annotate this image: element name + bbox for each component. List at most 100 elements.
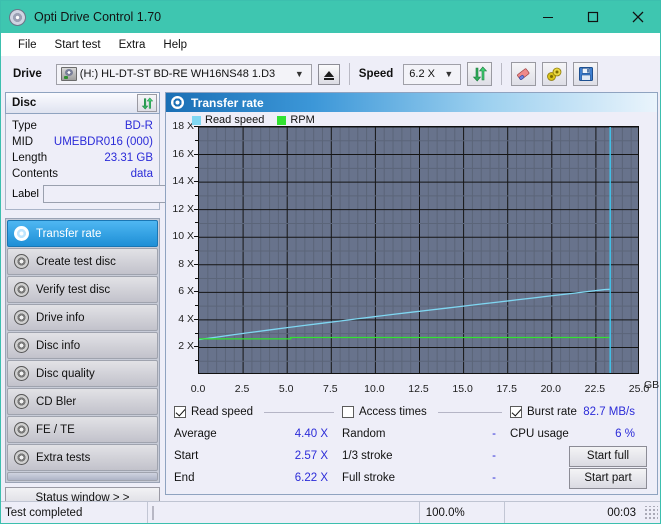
y-axis-tick-mark — [194, 346, 198, 348]
stats-header-row: Read speed Access times Burst rate 82.7 … — [174, 401, 649, 423]
burst-rate-group: Burst rate 82.7 MB/s — [510, 406, 649, 418]
y-axis-minor-tick-mark — [195, 360, 198, 362]
close-icon[interactable] — [615, 1, 660, 33]
disc-refresh-button[interactable] — [137, 94, 157, 112]
y-axis-tick: 18 X — [172, 120, 194, 132]
disc-mid-value: UMEBDR016 (000) — [53, 136, 153, 148]
y-axis-tick-mark — [194, 181, 198, 183]
left-sidebar: Disc Type BD-R MID UMEBDR016 (000) Lengt… — [5, 92, 246, 509]
x-axis-tick: 17.5 — [496, 383, 517, 395]
content-header: Transfer rate — [166, 93, 657, 112]
refresh-button[interactable] — [467, 62, 493, 86]
y-axis-tick-mark — [194, 291, 198, 293]
disc-icon — [14, 366, 29, 381]
sidebar-item-label: Drive info — [36, 311, 85, 324]
nav-spacer — [7, 472, 158, 481]
refresh-icon — [141, 96, 153, 110]
menu-file[interactable]: File — [9, 37, 46, 53]
sidebar-item-fe-te[interactable]: FE / TE — [7, 416, 158, 443]
minimize-icon[interactable] — [525, 1, 570, 33]
menu-help[interactable]: Help — [154, 37, 196, 53]
start-full-button[interactable]: Start full — [569, 445, 647, 467]
eraser-icon — [517, 67, 530, 80]
x-axis-tick: 7.5 — [322, 383, 338, 395]
content-title: Transfer rate — [191, 95, 264, 110]
sidebar-item-extra-tests[interactable]: Extra tests — [7, 444, 158, 471]
legend-swatch-read-speed — [192, 115, 201, 125]
average-label: Average — [174, 428, 217, 440]
y-axis-tick: 16 X — [172, 147, 194, 160]
eject-button[interactable] — [317, 63, 340, 85]
maximize-icon[interactable] — [570, 1, 615, 33]
drive-select[interactable]: (H:) HL-DT-ST BD-RE WH16NS48 1.D3 ▼ — [55, 63, 312, 85]
divider — [437, 411, 502, 413]
disc-info-panel: Type BD-R MID UMEBDR016 (000) Length 23.… — [5, 114, 246, 210]
x-axis-tick: 20.0 — [540, 383, 562, 395]
y-axis-tick-mark — [194, 208, 198, 210]
sidebar-item-label: Verify test disc — [36, 283, 111, 296]
start-value: 2.57 X — [294, 450, 328, 462]
x-axis-tick: 15.0 — [452, 383, 473, 395]
status-bar: Test completed 100.0% 00:03 — [1, 501, 660, 523]
random-label: Random — [342, 428, 386, 440]
speed-select[interactable]: 6.2 X ▼ — [403, 63, 462, 85]
disc-icon — [14, 450, 29, 465]
speed-select-value: 6.2 X — [409, 68, 435, 80]
y-axis-minor-tick-mark — [195, 305, 198, 307]
sidebar-item-disc-info[interactable]: Disc info — [7, 332, 158, 359]
progress-bar — [151, 505, 154, 520]
y-axis-tick-mark — [194, 263, 198, 265]
sidebar-item-cd-bler[interactable]: CD Bler — [7, 388, 158, 415]
menu-extra[interactable]: Extra — [110, 37, 155, 53]
save-button[interactable] — [573, 62, 599, 86]
cpu-usage-value: 6 % — [615, 428, 635, 440]
disc-label-label: Label — [12, 188, 39, 200]
disc-type-value: BD-R — [124, 120, 153, 132]
x-axis-tick: 12.5 — [408, 383, 429, 395]
chart-legend: Read speed RPM — [192, 114, 315, 126]
y-axis-minor-tick-mark — [195, 332, 198, 334]
sidebar-item-drive-info[interactable]: Drive info — [7, 304, 158, 331]
save-icon — [578, 67, 593, 81]
burst-rate-checkbox[interactable]: Burst rate 82.7 MB/s — [510, 406, 649, 418]
access-times-checkbox[interactable]: Access times — [342, 406, 510, 418]
disc-panel-title: Disc — [12, 97, 37, 109]
toolbar-divider-1 — [348, 63, 350, 85]
sidebar-item-label: Extra tests — [36, 451, 91, 464]
app-window: Opti Drive Control 1.70 File Start test … — [0, 0, 661, 524]
resize-grip-icon[interactable] — [644, 505, 658, 520]
end-label: End — [174, 472, 195, 484]
eraser-button[interactable] — [511, 62, 537, 86]
sidebar-item-transfer-rate[interactable]: Transfer rate — [7, 220, 158, 247]
x-axis-tick: 0.0 — [190, 383, 206, 395]
disc-row-length: Length 23.31 GB — [12, 150, 153, 166]
window-title: Opti Drive Control 1.70 — [34, 10, 162, 24]
sidebar-item-create-test-disc[interactable]: Create test disc — [7, 248, 158, 275]
random-value: - — [492, 428, 496, 440]
chevron-down-icon: ▼ — [444, 69, 454, 79]
y-axis-minor-tick-mark — [195, 222, 198, 224]
y-axis-tick-mark — [194, 318, 198, 320]
one-third-stroke-value: - — [492, 450, 496, 462]
progress-percent: 100.0% — [418, 501, 505, 523]
divider — [264, 411, 334, 413]
speed-label: Speed — [358, 68, 394, 80]
read-speed-checkbox[interactable]: Read speed — [174, 406, 342, 418]
sidebar-item-disc-quality[interactable]: Disc quality — [7, 360, 158, 387]
disc-icon — [14, 422, 29, 437]
sidebar-item-label: Disc info — [36, 339, 81, 352]
disc-icon — [14, 310, 29, 325]
tools-button[interactable] — [542, 62, 568, 86]
sidebar-item-label: Disc quality — [36, 367, 95, 380]
menu-start-test[interactable]: Start test — [46, 37, 110, 53]
drive-label: Drive — [13, 68, 42, 80]
disc-mid-label: MID — [12, 136, 34, 148]
disc-contents-label: Contents — [12, 168, 59, 180]
read-speed-group: Read speed — [174, 406, 342, 418]
status-message: Test completed — [5, 506, 83, 519]
one-third-stroke-label: 1/3 stroke — [342, 450, 393, 462]
start-part-button[interactable]: Start part — [569, 467, 647, 489]
eject-icon — [323, 71, 334, 80]
y-axis-minor-tick-mark — [195, 139, 198, 141]
sidebar-item-verify-test-disc[interactable]: Verify test disc — [7, 276, 158, 303]
